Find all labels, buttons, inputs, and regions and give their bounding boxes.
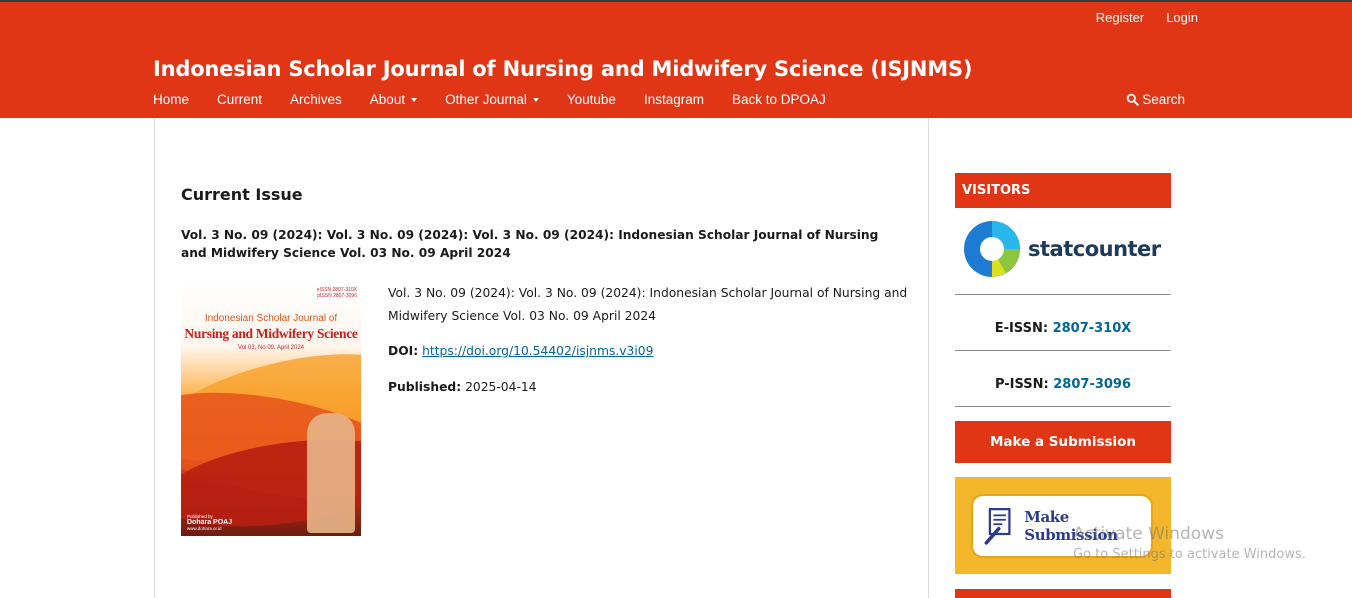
issue-published: Published: 2025-04-14	[388, 380, 537, 394]
pissn-value[interactable]: 2807-3096	[1053, 377, 1131, 392]
next-sidebar-block	[955, 589, 1171, 598]
nav-archives[interactable]: Archives	[290, 92, 342, 107]
activate-windows-subtitle: Go to Settings to activate Windows.	[1073, 547, 1306, 562]
nav-archives-label: Archives	[290, 92, 342, 107]
login-link[interactable]: Login	[1166, 10, 1198, 25]
sidebar-divider	[955, 406, 1171, 407]
chevron-down-icon	[532, 98, 539, 103]
eissn-line: E-ISSN: 2807-310X	[955, 321, 1171, 336]
nav-other-journal-label: Other Journal	[445, 92, 527, 107]
cover-figure	[307, 413, 355, 533]
chevron-down-icon	[411, 98, 418, 103]
register-link[interactable]: Register	[1096, 10, 1144, 25]
nav-back-to-dpoaj[interactable]: Back to DPOAJ	[732, 92, 826, 107]
nav-current-label: Current	[217, 92, 263, 107]
search-label: Search	[1142, 92, 1185, 107]
eissn-value[interactable]: 2807-310X	[1053, 321, 1132, 336]
cover-volume: Vol 03, No 09, April 2024	[237, 345, 305, 351]
doi-label: DOI:	[388, 344, 419, 358]
published-label: Published:	[388, 380, 462, 394]
issue-title[interactable]: Vol. 3 No. 09 (2024): Vol. 3 No. 09 (202…	[181, 226, 901, 262]
nav-youtube[interactable]: Youtube	[567, 92, 616, 107]
cover-publisher-name: Dohara POAJ	[187, 519, 233, 526]
statcounter-logo-icon	[964, 221, 1020, 277]
user-nav: Register Login	[1096, 10, 1198, 25]
content-divider-right	[928, 118, 929, 598]
document-pen-icon	[984, 508, 1011, 545]
nav-current[interactable]: Current	[217, 92, 262, 107]
nav-instagram[interactable]: Instagram	[644, 92, 704, 107]
content-divider-left	[154, 118, 155, 598]
site-title[interactable]: Indonesian Scholar Journal of Nursing an…	[153, 57, 972, 81]
eissn-label: E-ISSN:	[994, 321, 1049, 336]
cover-issn: eISSN 2807-310X pISSN 2807-3096	[317, 287, 357, 299]
nav-home-label: Home	[153, 92, 190, 107]
nav-about[interactable]: About	[369, 92, 418, 107]
pissn-line: P-ISSN: 2807-3096	[955, 377, 1171, 392]
cover-pissn: pISSN 2807-3096	[317, 293, 357, 299]
page-title: Current Issue	[181, 185, 303, 204]
nav-youtube-label: Youtube	[566, 92, 616, 107]
nav-about-label: About	[369, 92, 406, 107]
activate-windows-title: Activate Windows	[1073, 524, 1224, 544]
nav-other-journal[interactable]: Other Journal	[445, 92, 539, 107]
nav-back-label: Back to DPOAJ	[731, 92, 826, 107]
cover-publisher-url: www.dohara.or.id	[187, 526, 222, 531]
issue-description: Vol. 3 No. 09 (2024): Vol. 3 No. 09 (202…	[388, 286, 908, 323]
sidebar-divider	[955, 350, 1171, 351]
site-header: Register Login Indonesian Scholar Journa…	[0, 2, 1352, 118]
search-icon	[1126, 93, 1139, 106]
cover-title-big: Nursing and Midwifery Science	[184, 326, 358, 341]
statcounter-widget[interactable]: statcounter	[962, 218, 1172, 280]
activate-windows-watermark: Activate Windows Go to Settings to activ…	[1073, 524, 1306, 562]
published-date: 2025-04-14	[465, 380, 537, 394]
search-link[interactable]: Search	[1126, 92, 1185, 107]
pissn-label: P-ISSN:	[994, 377, 1049, 392]
visitors-block-title: VISITORS	[955, 173, 1171, 208]
nav-instagram-label: Instagram	[643, 92, 704, 107]
statcounter-label: statcounter	[1028, 237, 1161, 261]
doi-link[interactable]: https://doi.org/10.54402/isjnms.v3i09	[422, 344, 653, 358]
make-submission-button[interactable]: Make a Submission	[955, 421, 1171, 463]
main-nav: Home Current Archives About Other Journa…	[153, 92, 854, 107]
issue-doi: DOI: https://doi.org/10.54402/isjnms.v3i…	[388, 344, 653, 358]
sidebar-divider	[955, 294, 1171, 295]
cover-title-small: Indonesian Scholar Journal of	[204, 313, 338, 324]
nav-home[interactable]: Home	[153, 92, 189, 107]
issue-cover-image[interactable]: eISSN 2807-310X pISSN 2807-3096 Indonesi…	[181, 283, 361, 536]
cover-publisher: Published by Dohara POAJ www.dohara.or.i…	[187, 514, 232, 532]
